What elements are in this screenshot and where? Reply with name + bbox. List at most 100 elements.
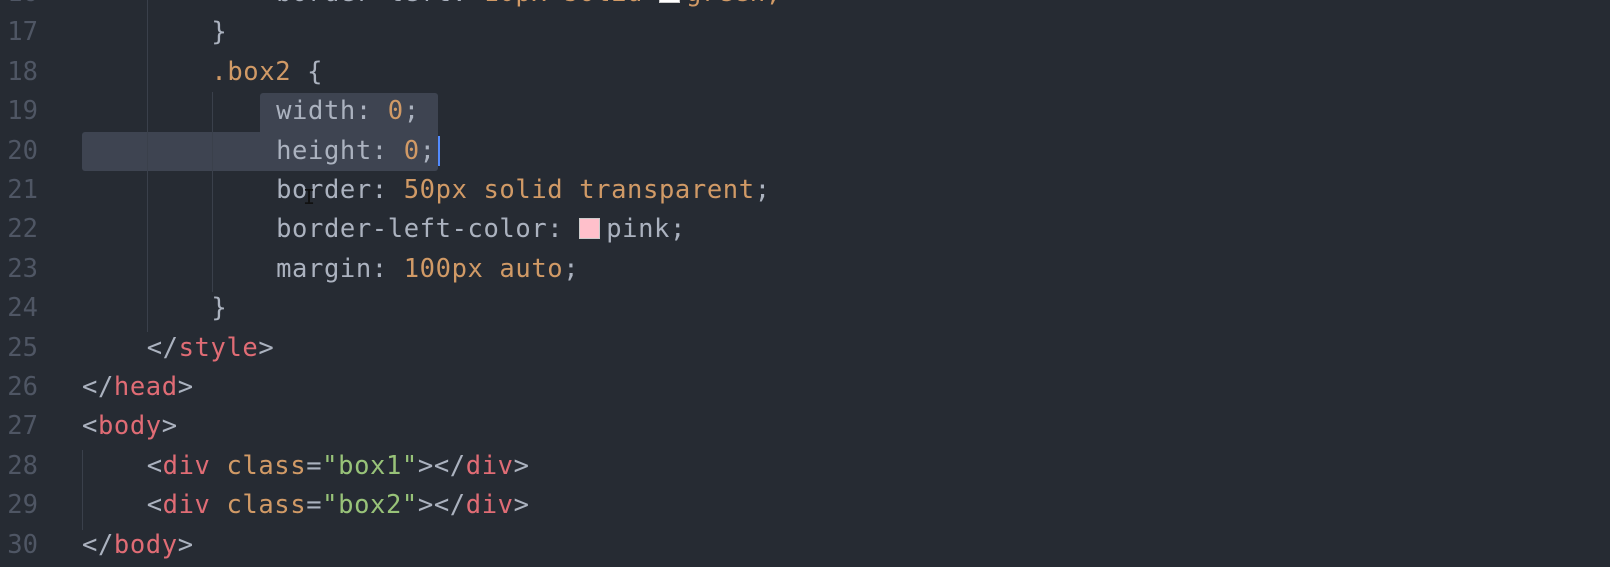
code-text: </style>	[147, 329, 275, 368]
code-text: width: 0;	[276, 92, 420, 131]
line-number: 29	[7, 490, 38, 521]
code-token: style	[178, 332, 259, 363]
code-editor[interactable]: 16border-left: 10px solid green;17}18.bo…	[0, 0, 1610, 567]
code-line[interactable]: 16 border-left: 10px solid green;	[0, 0, 1610, 13]
code-token: head	[113, 372, 178, 402]
code-token: solid transparent	[467, 175, 755, 205]
code-line[interactable]: 24}	[0, 289, 1610, 328]
code-token: "box2"	[322, 490, 418, 521]
code-token: {	[291, 56, 324, 87]
code-text: </head>	[82, 368, 194, 407]
code-text: height: 0;	[276, 132, 436, 171]
code-text: <div class="box1"></div>	[147, 447, 530, 486]
code-token: .box2	[211, 56, 292, 87]
code-text: border: 50px solid transparent;	[276, 171, 771, 210]
code-line[interactable]: 30 </body>	[0, 526, 1610, 565]
code-text: }	[211, 289, 227, 328]
code-text: border-left: 10px solid green;	[276, 0, 782, 13]
code-token: div	[465, 450, 514, 481]
code-token: >	[177, 529, 194, 560]
line-number: 21	[7, 175, 38, 205]
code-text: .box2 {	[211, 53, 323, 92]
code-text: }	[211, 13, 227, 52]
code-token: 50px	[403, 175, 468, 205]
code-token: </	[82, 529, 114, 560]
code-token: }	[211, 17, 228, 48]
code-text: margin: 100px auto;	[276, 250, 579, 289]
line-number: 16	[0, 0, 38, 13]
code-line[interactable]: 29 <div class="box2"></div>	[0, 486, 1610, 525]
code-token: <	[146, 490, 163, 521]
code-token: ;	[670, 214, 686, 245]
line-number: 20	[7, 135, 38, 166]
code-line[interactable]: 20 height: 0;	[0, 132, 1610, 171]
code-token: </	[82, 372, 114, 402]
code-token: pink	[606, 214, 670, 245]
code-token: class	[226, 490, 307, 521]
text-cursor	[438, 136, 440, 166]
code-line[interactable]: 28 <div class="box1"></div>	[0, 447, 1610, 486]
mouse-ibeam-icon: I	[303, 185, 316, 209]
code-line[interactable]: 17}	[0, 13, 1610, 52]
code-line[interactable]: 26 </head>	[0, 368, 1610, 407]
line-number: 26	[7, 372, 38, 402]
code-token: 100px	[403, 253, 484, 284]
code-text: border-left-color: pink;	[276, 210, 686, 249]
code-line[interactable]: 21 border: 50px solid transparent;	[0, 171, 1610, 210]
code-line[interactable]: 22 border-left-color: pink;	[0, 210, 1610, 249]
code-token: 0	[403, 135, 420, 166]
code-token: >	[161, 411, 178, 442]
code-token: >	[513, 490, 530, 521]
color-swatch	[579, 218, 601, 240]
code-token: width:	[276, 96, 388, 127]
code-token: >	[177, 372, 194, 402]
code-token: solid	[547, 0, 659, 8]
line-number: 19	[7, 96, 38, 127]
code-line[interactable]: 27 <body>	[0, 407, 1610, 446]
line-number: 22	[7, 214, 38, 245]
code-text: <div class="box2"></div>	[147, 486, 530, 525]
code-token: border-left-color:	[276, 214, 580, 245]
code-token: "box1"	[322, 450, 418, 481]
code-token: <	[82, 411, 98, 442]
code-token: 10px	[483, 0, 547, 8]
code-token: margin:	[276, 253, 404, 284]
code-token: border:	[276, 175, 404, 205]
code-token: class	[226, 450, 307, 481]
line-number: 17	[7, 17, 38, 48]
line-number: 30	[7, 529, 38, 560]
code-token: =	[306, 450, 323, 481]
line-number: 18	[7, 56, 38, 87]
code-token: ;	[403, 96, 420, 127]
code-token: auto	[483, 253, 564, 284]
code-token: div	[465, 490, 514, 521]
code-line[interactable]: 19 width: 0;	[0, 92, 1610, 131]
line-number: 27	[7, 411, 38, 442]
code-token: div	[162, 490, 211, 521]
code-token: >	[258, 332, 275, 363]
code-token: height:	[276, 135, 404, 166]
code-token: >	[513, 450, 530, 481]
code-token: div	[162, 450, 211, 481]
code-token: ;	[563, 253, 580, 284]
code-token: =	[306, 490, 323, 521]
code-text: </body>	[82, 526, 194, 565]
line-number: 25	[7, 332, 38, 363]
code-line[interactable]: 18 .box2 {	[0, 53, 1610, 92]
code-text: <body>	[82, 407, 178, 446]
code-token: body	[113, 529, 178, 560]
line-number: 28	[7, 450, 38, 481]
code-token: 0	[387, 96, 404, 127]
code-token: green;	[686, 0, 782, 8]
line-number: 23	[7, 253, 38, 284]
code-line[interactable]: 23 margin: 100px auto;	[0, 250, 1610, 289]
color-swatch	[658, 0, 680, 3]
code-token: }	[211, 293, 228, 324]
code-token: body	[97, 411, 162, 442]
code-token: ;	[754, 175, 771, 205]
line-number: 24	[7, 293, 38, 324]
code-line[interactable]: 25 </style>	[0, 329, 1610, 368]
code-token: ></	[417, 490, 466, 521]
